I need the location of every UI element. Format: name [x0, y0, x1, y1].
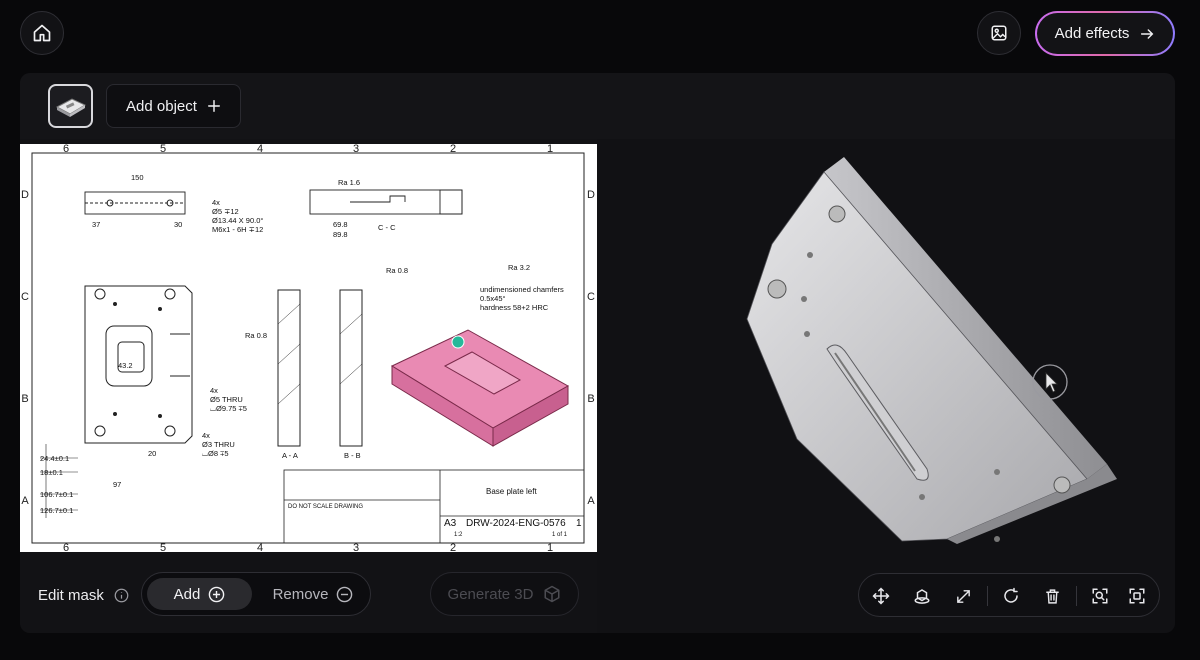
title-block-scale: 1:2: [454, 532, 463, 538]
editor-panel: Add object 6 5 4 3 2 1 6 5 4 3 2 1 D C B…: [20, 73, 1175, 633]
hole-callout: ⌴Ø8 ∓5: [202, 449, 229, 458]
object-thumbnail[interactable]: [48, 84, 93, 128]
dimension-label: 30: [174, 220, 183, 229]
toolbar-divider: [987, 586, 988, 606]
move-icon: [872, 587, 890, 605]
toolbar-divider: [1076, 586, 1077, 606]
rotate-3d-button[interactable]: [910, 584, 934, 608]
title-block-number: DRW-2024-ENG-0576: [466, 518, 566, 529]
generate-3d-label: Generate 3D: [447, 585, 534, 603]
note-line: undimensioned chamfers: [480, 285, 564, 294]
add-effects-label: Add effects: [1054, 25, 1130, 42]
hole-callout: 4x: [212, 198, 220, 207]
reset-icon: [1004, 587, 1018, 603]
generate-3d-button[interactable]: Generate 3D: [430, 572, 579, 616]
title-block-revision: 1: [576, 518, 582, 529]
hole-callout: M6x1 - 6H ∓12: [212, 225, 264, 234]
cursor-icon: [1045, 372, 1058, 393]
hole-callout: 4x: [202, 431, 210, 440]
hole-callout: Ø13.44 X 90.0°: [212, 216, 264, 225]
dimension-label: 150: [131, 173, 144, 182]
dimension-label: 106.7±0.1: [40, 490, 74, 499]
dimension-label: 89.8: [333, 230, 348, 239]
title-block-size: A3: [444, 518, 457, 529]
dimension-label: 69.8: [333, 220, 348, 229]
plus-circle-icon: [209, 586, 225, 602]
surface-note: Ra 1.6: [338, 178, 361, 187]
minus-circle-icon: [337, 586, 353, 602]
3d-model-render: [746, 157, 1117, 544]
reset-button[interactable]: [999, 584, 1023, 608]
trash-icon: [1045, 588, 1059, 604]
mask-mode-toggle: Add Remove: [141, 572, 371, 616]
dimension-label: 20: [148, 449, 157, 458]
home-icon: [33, 24, 51, 42]
image-button[interactable]: [977, 11, 1021, 55]
move-button[interactable]: [869, 584, 893, 608]
dimension-label: 43.2: [118, 361, 133, 370]
zoom-fit-icon: [1092, 588, 1108, 604]
frame-button[interactable]: [1125, 584, 1149, 608]
object-bar: Add object: [20, 73, 1175, 139]
surface-note: Ra 3.2: [508, 263, 531, 272]
scale-button[interactable]: [951, 584, 975, 608]
home-button[interactable]: [20, 11, 64, 55]
part-thumbnail-icon: [55, 98, 86, 117]
mask-remove-button[interactable]: Remove: [260, 578, 366, 610]
title-block-sheet: 1 of 1: [552, 532, 568, 538]
scale-icon: [956, 589, 970, 603]
add-effects-button[interactable]: Add effects: [1035, 11, 1175, 56]
dimension-label: 97: [113, 480, 122, 489]
delete-button[interactable]: [1040, 584, 1064, 608]
add-object-label: Add object: [126, 97, 197, 115]
mask-remove-label: Remove: [272, 585, 329, 603]
hole-callout: Ø3 THRU: [202, 440, 235, 449]
plus-icon: [207, 100, 220, 112]
rotate-3d-icon: [914, 589, 930, 604]
note-line: 0.5x45°: [480, 294, 506, 303]
edit-mask-label: Edit mask: [38, 587, 104, 604]
surface-note: Ra 0.8: [386, 266, 409, 275]
frame-icon: [1129, 588, 1145, 604]
mask-add-button[interactable]: Add: [147, 578, 252, 610]
dimension-label: 18±0.1: [40, 468, 63, 477]
title-block-warning: DO NOT SCALE DRAWING: [288, 504, 364, 510]
mask-controls: Edit mask Add Remove Generate 3D: [20, 552, 597, 633]
technical-drawing[interactable]: 6 5 4 3 2 1 6 5 4 3 2 1 D C B A D C B A: [20, 144, 597, 552]
section-label: A - A: [282, 451, 298, 460]
title-block-title: Base plate left: [486, 487, 537, 496]
hole-callout: Ø5 THRU: [210, 395, 243, 404]
dimension-label: 37: [92, 220, 101, 229]
dimension-label: 24.4±0.1: [40, 454, 70, 463]
3d-viewer[interactable]: [597, 139, 1175, 633]
edit-mask: Edit mask: [38, 587, 129, 604]
dimension-label: 126.7±0.1: [40, 506, 74, 515]
zoom-fit-button[interactable]: [1088, 584, 1112, 608]
image-icon: [991, 25, 1007, 41]
arrow-right-icon: [1141, 28, 1154, 39]
hole-callout: Ø5 ∓12: [212, 207, 239, 216]
cube-icon: [544, 585, 560, 603]
surface-note: Ra 0.8: [245, 331, 268, 340]
info-icon[interactable]: [114, 588, 129, 603]
viewer-toolbar: [858, 573, 1160, 617]
section-label: B - B: [344, 451, 361, 460]
add-object-button[interactable]: Add object: [106, 84, 241, 128]
section-label: C - C: [378, 223, 396, 232]
hole-callout: ⌴Ø9.75 ∓5: [210, 404, 247, 413]
note-line: hardness 58+2 HRC: [480, 303, 549, 312]
mask-add-label: Add: [173, 585, 201, 603]
hole-callout: 4x: [210, 386, 218, 395]
